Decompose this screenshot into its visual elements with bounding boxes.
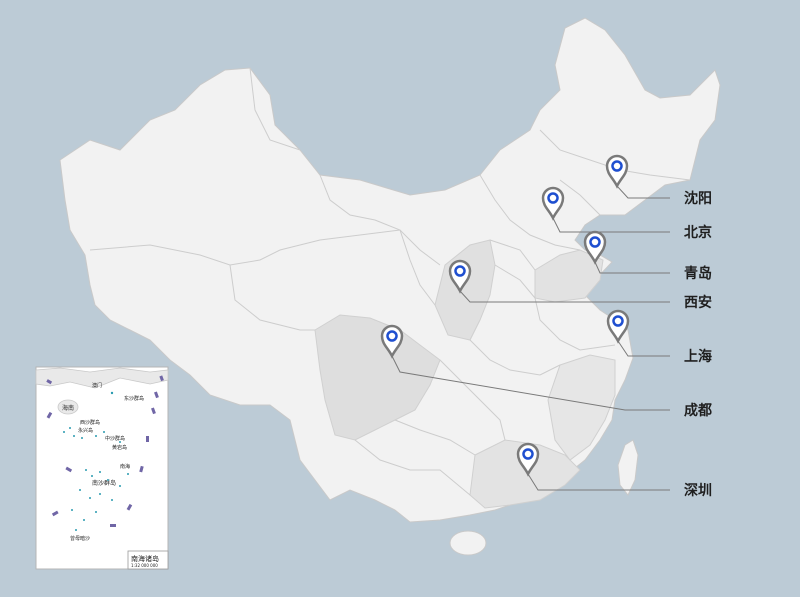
city-label-shenyang: 沈阳 xyxy=(684,190,712,207)
city-label-shenzhen: 深圳 xyxy=(684,482,712,499)
map-pin-dot xyxy=(612,315,624,327)
city-label-beijing: 北京 xyxy=(684,224,712,241)
map-pin-dot xyxy=(547,192,559,204)
map-pin-dot xyxy=(454,265,466,277)
map-pin-dot xyxy=(611,160,623,172)
south-china-sea-inset: 海南 澳门 东沙群岛 西沙群岛 永兴岛 中沙群岛 黄岩岛 南沙群岛 南海 曾母暗… xyxy=(35,366,169,570)
inset-label-macao: 澳门 xyxy=(92,382,102,389)
map-pin-dot xyxy=(522,448,534,460)
city-label-chengdu: 成都 xyxy=(684,402,712,419)
hainan-island xyxy=(449,530,487,556)
inset-label-yongxing: 永兴岛 xyxy=(78,427,93,434)
inset-label-hainan: 海南 xyxy=(62,404,74,412)
inset-label-huangyan: 黄岩岛 xyxy=(112,444,127,451)
inset-label-nansha: 南沙群岛 xyxy=(92,479,116,487)
city-label-xian: 西安 xyxy=(684,294,712,311)
inset-label-dongsha: 东沙群岛 xyxy=(124,395,144,402)
city-label-shanghai: 上海 xyxy=(684,348,712,365)
inset-label-xisha: 西沙群岛 xyxy=(80,419,100,426)
inset-label-zengmu: 曾母暗沙 xyxy=(70,535,90,542)
china-map: 沈阳 北京 青岛 西安 上海 成都 深圳 海南 澳门 东沙群岛 西沙群岛 永兴岛… xyxy=(0,0,800,597)
inset-scale: 1:32 000 000 xyxy=(131,563,158,568)
map-pin-dot xyxy=(589,236,601,248)
inset-label-zhongsha: 中沙群岛 xyxy=(105,435,125,442)
map-pin-dot xyxy=(386,330,398,342)
city-label-qingdao: 青岛 xyxy=(684,265,712,282)
inset-label-nanhai: 南海 xyxy=(120,463,130,470)
inset-title: 南海诸岛 xyxy=(131,554,159,563)
